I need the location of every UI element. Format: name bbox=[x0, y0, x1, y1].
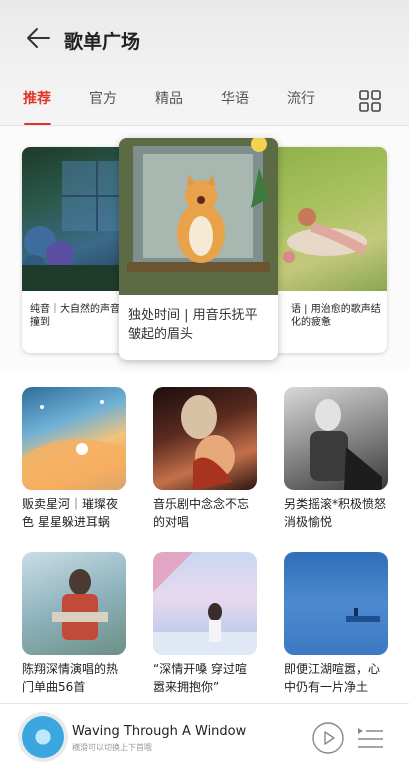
tab-recommend[interactable]: 推荐 bbox=[23, 88, 51, 108]
mini-player[interactable]: Waving Through A Window 横滑可以切换上下首哦 bbox=[0, 703, 409, 772]
featured-carousel: 纯音｜大自然的声音碰撞到 语 | 用治愈的歌声结化的疲惫 独处时间 | 用音乐抚… bbox=[0, 126, 409, 372]
playlist-cover bbox=[22, 552, 126, 655]
tab-pop[interactable]: 流行 bbox=[287, 88, 315, 108]
album-cover bbox=[22, 716, 64, 758]
now-playing-title: Waving Through A Window bbox=[72, 724, 247, 739]
list-icon bbox=[358, 728, 383, 748]
carousel-card-center[interactable]: 独处时间 | 用音乐抚平皱起的眉头 bbox=[119, 138, 278, 360]
tab-premium[interactable]: 精品 bbox=[155, 88, 183, 108]
grid-icon bbox=[359, 90, 381, 112]
playlist-cover bbox=[284, 552, 388, 655]
back-button[interactable] bbox=[24, 24, 52, 52]
play-button[interactable] bbox=[312, 722, 344, 754]
carousel-card-right[interactable]: 语 | 用治愈的歌声结化的疲惫 bbox=[267, 147, 387, 353]
playlist-item[interactable]: 音乐剧中念念不忘的对唱 bbox=[153, 387, 257, 531]
carousel-cover bbox=[267, 147, 387, 291]
playlist-cover bbox=[284, 387, 388, 490]
playlist-name: 贩卖星河｜璀璨夜色 星星躲进耳蜗 bbox=[22, 497, 119, 529]
playlist-name: “深情开嗓 穿过喧嚣来拥抱你” bbox=[153, 662, 248, 694]
playlist-name: 另类摇滚*积极愤怒消极愉悦 bbox=[284, 497, 387, 529]
playlist-cover bbox=[22, 387, 126, 490]
category-tabs: 推荐 官方 精品 华语 流行 bbox=[0, 88, 409, 125]
now-playing-hint: 横滑可以切换上下首哦 bbox=[72, 743, 152, 752]
carousel-caption: 独处时间 | 用音乐抚平皱起的眉头 bbox=[128, 308, 258, 342]
tab-chinese[interactable]: 华语 bbox=[221, 88, 249, 108]
carousel-caption: 语 | 用治愈的歌声结化的疲惫 bbox=[291, 304, 381, 328]
playlist-name: 即便江湖喧嚣，心中仍有一片净土 bbox=[284, 662, 381, 694]
play-icon bbox=[312, 722, 344, 754]
playlist-name: 音乐剧中念念不忘的对唱 bbox=[153, 497, 250, 529]
arrow-left-icon bbox=[27, 28, 50, 48]
tab-official[interactable]: 官方 bbox=[89, 88, 117, 108]
carousel-cover bbox=[119, 138, 278, 295]
page-title: 歌单广场 bbox=[64, 31, 141, 53]
playlist-cover bbox=[153, 387, 257, 490]
all-categories-button[interactable] bbox=[359, 90, 381, 112]
playlist-item[interactable]: 即便江湖喧嚣，心中仍有一片净土 bbox=[284, 552, 388, 696]
playlist-item[interactable]: 贩卖星河｜璀璨夜色 星星躲进耳蜗 bbox=[22, 387, 126, 531]
playlist-item[interactable]: “深情开嗓 穿过喧嚣来拥抱你” bbox=[153, 552, 257, 696]
playlist-cover bbox=[153, 552, 257, 655]
playlist-item[interactable]: 陈翔深情演唱的热门单曲56首 bbox=[22, 552, 126, 696]
playlist-button[interactable] bbox=[356, 726, 384, 752]
playlist-item[interactable]: 另类摇滚*积极愤怒消极愉悦 bbox=[284, 387, 388, 531]
playlist-name: 陈翔深情演唱的热门单曲56首 bbox=[22, 662, 119, 694]
